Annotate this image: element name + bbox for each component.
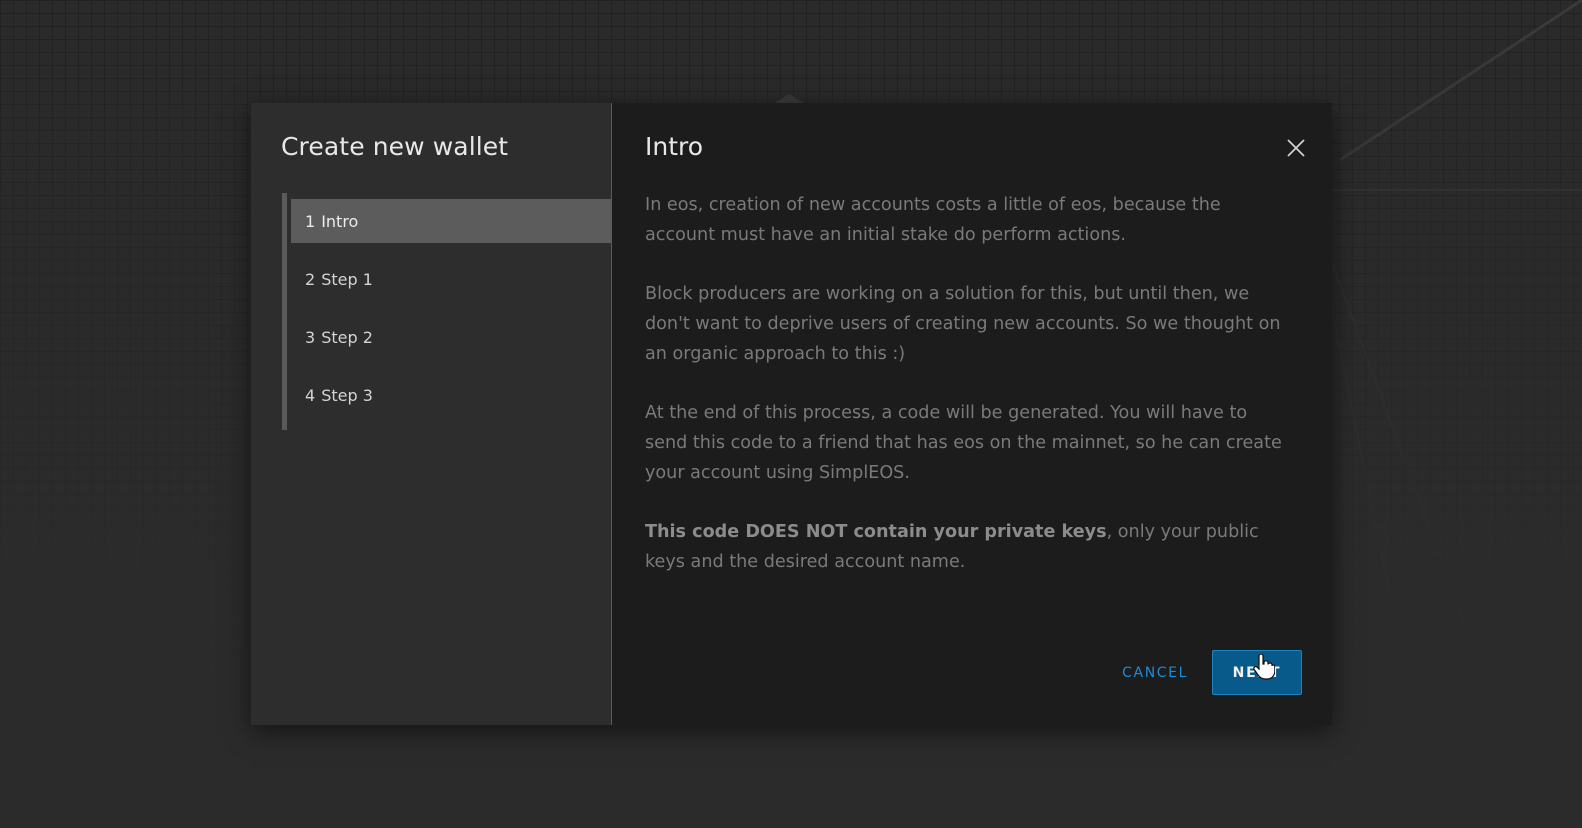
dialog-actions: CANCEL NEXT xyxy=(1110,650,1302,695)
cancel-button[interactable]: CANCEL xyxy=(1110,651,1200,695)
page-title: Intro xyxy=(645,132,704,161)
intro-paragraph: At the end of this process, a code will … xyxy=(645,403,1282,483)
step-1[interactable]: 2 Step 1 xyxy=(291,257,616,301)
wizard-content: Intro In eos, creation of new accounts c… xyxy=(612,103,1332,725)
sidebar-title: Create new wallet xyxy=(281,132,509,161)
step-2[interactable]: 3 Step 2 xyxy=(291,315,616,359)
step-label: Step 1 xyxy=(321,269,373,289)
step-number: 4 xyxy=(305,385,316,405)
close-icon xyxy=(1287,139,1305,157)
wizard-sidebar: Create new wallet 1 Intro 2 Step 1 3 Ste… xyxy=(251,103,616,725)
step-number: 2 xyxy=(305,269,316,289)
next-button[interactable]: NEXT xyxy=(1212,650,1302,695)
intro-paragraph: Block producers are working on a solutio… xyxy=(645,284,1281,364)
close-button[interactable] xyxy=(1284,136,1308,160)
step-3[interactable]: 4 Step 3 xyxy=(291,373,616,417)
step-label: Intro xyxy=(321,211,359,231)
step-intro[interactable]: 1 Intro xyxy=(291,199,616,243)
step-label: Step 3 xyxy=(321,385,373,405)
private-keys-warning: This code DOES NOT contain your private … xyxy=(645,522,1107,542)
step-label: Step 2 xyxy=(321,327,373,347)
step-number: 3 xyxy=(305,327,316,347)
intro-text: In eos, creation of new accounts costs a… xyxy=(645,190,1295,606)
wizard-steps: 1 Intro 2 Step 1 3 Step 2 4 Step 3 xyxy=(282,193,616,430)
create-wallet-dialog: Create new wallet 1 Intro 2 Step 1 3 Ste… xyxy=(251,103,1332,725)
intro-paragraph-keys: This code DOES NOT contain your private … xyxy=(645,517,1295,577)
intro-paragraph: In eos, creation of new accounts costs a… xyxy=(645,195,1221,245)
step-number: 1 xyxy=(305,211,316,231)
